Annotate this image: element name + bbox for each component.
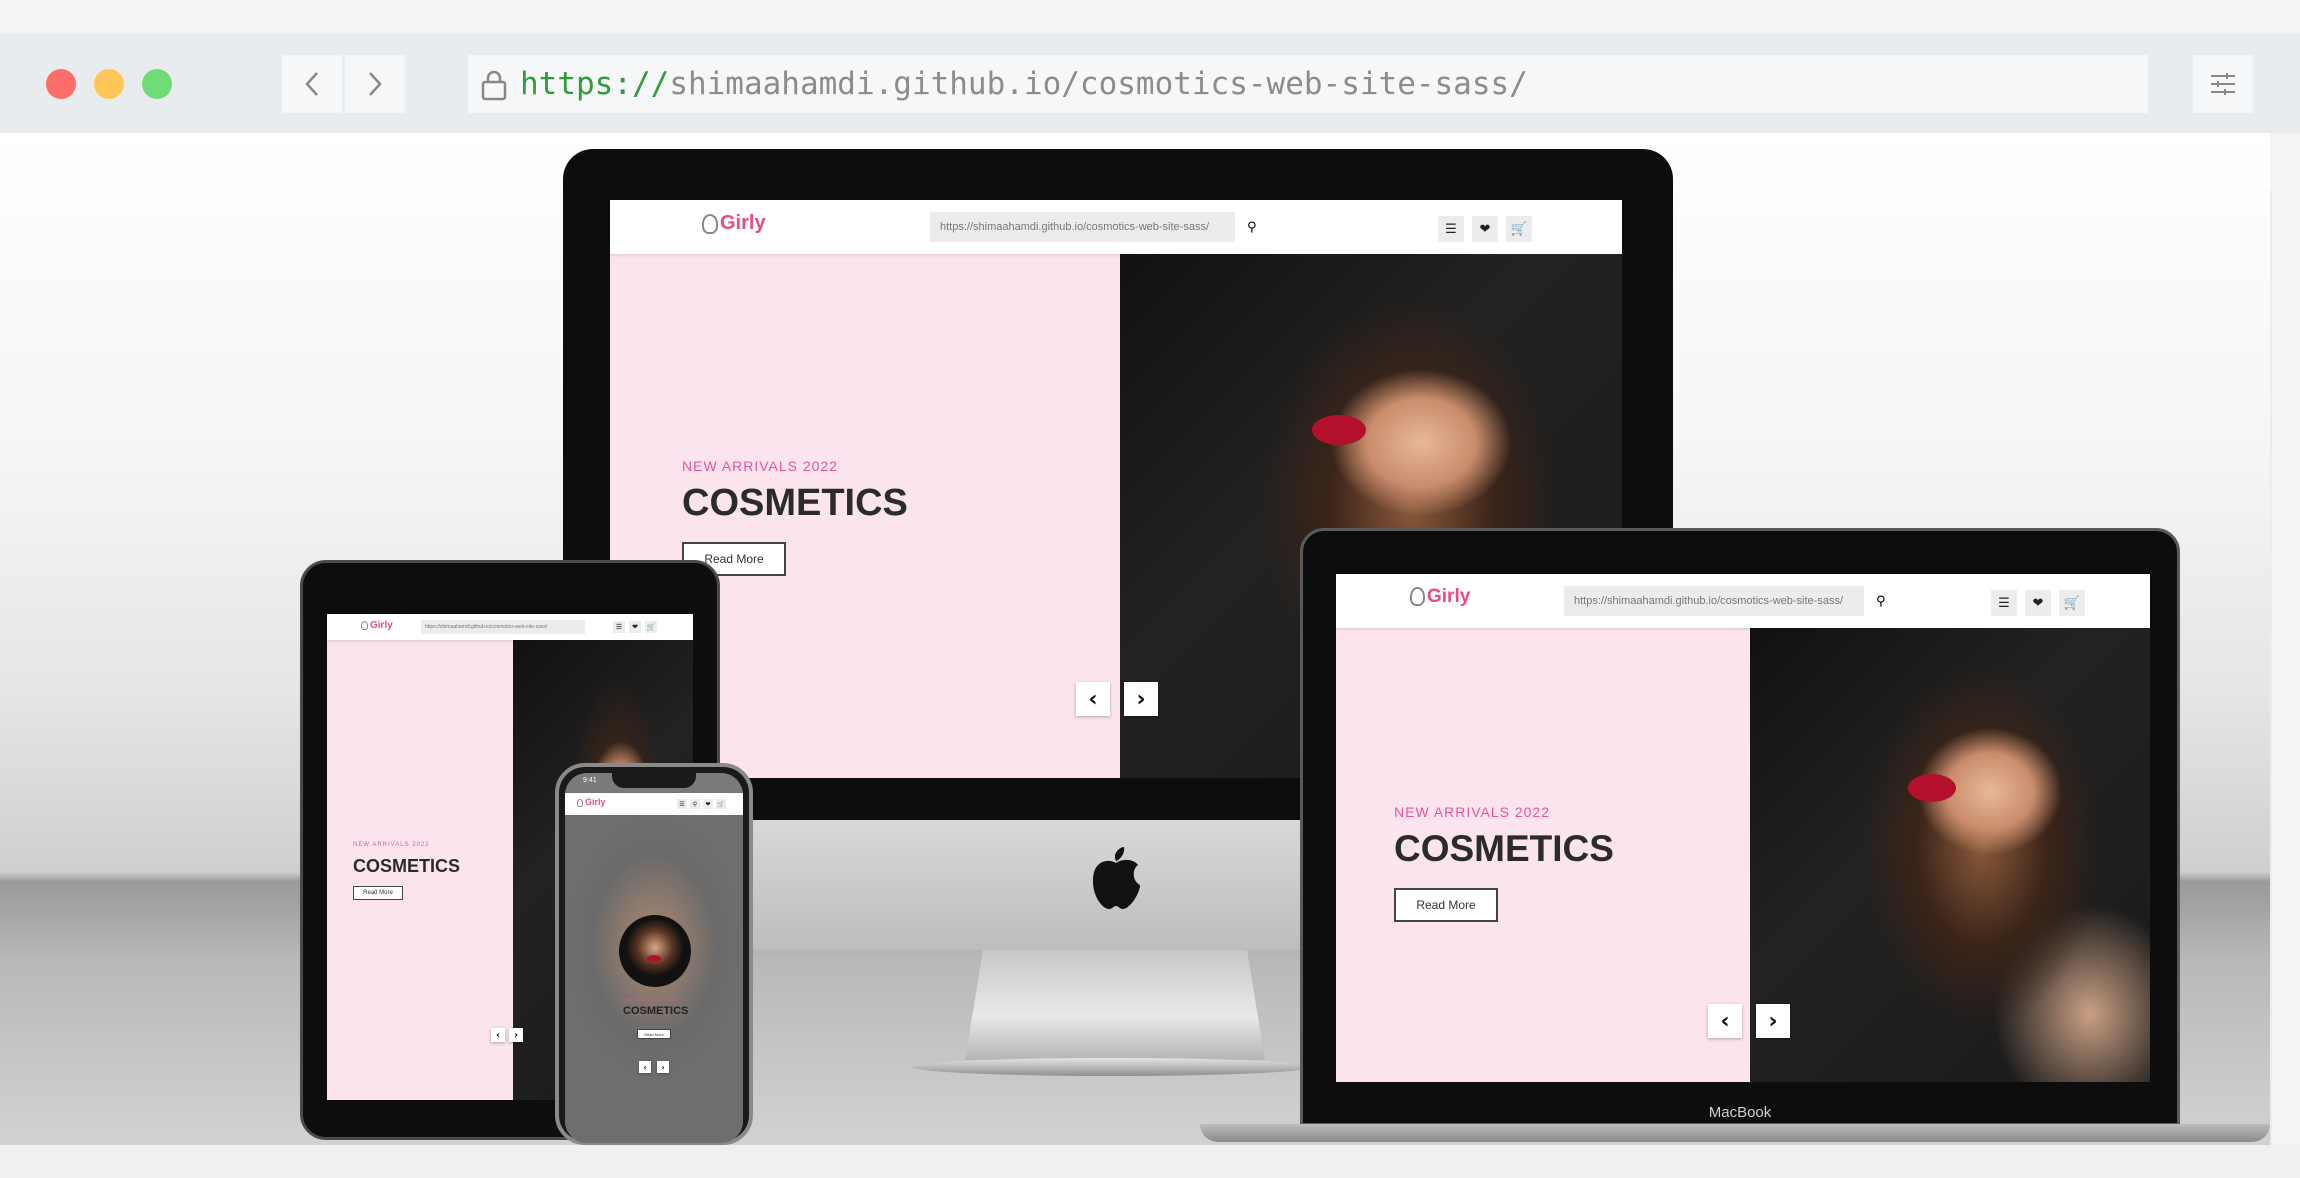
hero-tagline: NEW ARRIVALS 2022 xyxy=(682,458,839,474)
scene-divider xyxy=(2270,190,2272,1145)
sliders-icon xyxy=(2211,73,2235,95)
site-header-icons: ☰ ❤ 🛒 xyxy=(1991,590,2085,616)
slider-prev-button[interactable]: ‹ xyxy=(639,1061,651,1073)
maximize-window-button[interactable] xyxy=(142,69,172,99)
slider-next-button[interactable]: › xyxy=(509,1028,523,1042)
heart-icon[interactable]: ❤ xyxy=(1472,216,1498,242)
read-more-button[interactable]: Read More xyxy=(1394,888,1498,922)
phone-status-time: 9:41 xyxy=(583,777,597,784)
chevron-left-icon xyxy=(305,72,318,96)
slider-prev-button[interactable]: ‹ xyxy=(491,1028,505,1042)
site-search-input[interactable]: https://shimaahamdi.github.io/cosmotics-… xyxy=(421,620,585,634)
site-logo-text: Girly xyxy=(370,620,393,631)
forward-button[interactable] xyxy=(345,55,405,113)
hero-title: COSMETICS xyxy=(623,1005,689,1017)
hero-tagline: NEW ARRIVALS 2022 xyxy=(353,842,430,848)
slider-prev-button[interactable]: ‹ xyxy=(1708,1004,1742,1038)
back-button[interactable] xyxy=(282,55,342,113)
hero-title: COSMETICS xyxy=(682,482,908,524)
laptop-base xyxy=(1200,1124,2270,1142)
site-logo: Girly xyxy=(361,620,393,631)
site-logo-text: Girly xyxy=(585,797,606,807)
slider-next-button[interactable]: › xyxy=(1756,1004,1790,1038)
apple-logo-icon xyxy=(1092,847,1140,909)
site-logo-text: Girly xyxy=(720,212,766,234)
site-search-value: https://shimaahamdi.github.io/cosmotics-… xyxy=(1574,595,1843,607)
read-more-button[interactable]: Read More xyxy=(353,886,403,900)
url-text: https://shimaahamdi.github.io/cosmotics-… xyxy=(520,65,1528,103)
cart-icon[interactable]: 🛒 xyxy=(716,799,726,809)
slider-next-button[interactable]: › xyxy=(657,1061,669,1073)
hero-title: COSMETICS xyxy=(1394,828,1614,869)
menu-icon[interactable]: ☰ xyxy=(613,621,625,633)
imac-stand xyxy=(965,950,1265,1060)
phone-notch xyxy=(612,772,696,788)
imac-foot xyxy=(912,1058,1312,1076)
hero-model-avatar xyxy=(619,915,691,987)
slider-prev-button[interactable]: ‹ xyxy=(1076,682,1110,716)
close-window-button[interactable] xyxy=(46,69,76,99)
site-search-input[interactable]: https://shimaahamdi.github.io/cosmotics-… xyxy=(1564,586,1864,616)
site-header-icons: ☰ ❤ 🛒 xyxy=(1438,216,1532,242)
laptop-brand-label: MacBook xyxy=(1708,1104,1772,1121)
chevron-right-icon xyxy=(369,72,382,96)
cart-icon[interactable]: 🛒 xyxy=(645,621,657,633)
hero-title: COSMETICS xyxy=(353,856,461,876)
cart-icon[interactable]: 🛒 xyxy=(2059,590,2085,616)
search-icon[interactable]: ⚲ xyxy=(1876,594,1886,609)
phone-screen: 9:41 Girly ☰ ⚲ ❤ 🛒 NEW ARRIVALS 2022 COS… xyxy=(565,773,743,1143)
hero-tagline: NEW ARRIVALS 2022 xyxy=(621,997,678,1002)
site-logo: Girly xyxy=(702,212,766,235)
url-scheme: https:// xyxy=(520,66,670,102)
minimize-window-button[interactable] xyxy=(94,69,124,99)
heart-icon[interactable]: ❤ xyxy=(703,799,713,809)
heart-icon[interactable]: ❤ xyxy=(629,621,641,633)
menu-icon[interactable]: ☰ xyxy=(1438,216,1464,242)
hero-model-lips xyxy=(1908,774,1956,802)
site-logo-text: Girly xyxy=(1427,586,1471,607)
address-bar[interactable]: https://shimaahamdi.github.io/cosmotics-… xyxy=(468,55,2148,113)
site-logo: Girly xyxy=(577,797,606,807)
hero-tagline: NEW ARRIVALS 2022 xyxy=(1394,804,1551,820)
hero-model-lips xyxy=(647,955,661,962)
url-path: shimaahamdi.github.io/cosmotics-web-site… xyxy=(669,66,1528,102)
page-footer-strip xyxy=(0,1145,2300,1178)
search-icon[interactable]: ⚲ xyxy=(1247,220,1257,235)
search-icon[interactable]: ⚲ xyxy=(690,799,700,809)
laptop-screen: Girly https://shimaahamdi.github.io/cosm… xyxy=(1336,574,2150,1082)
site-header-icons: ☰ ❤ 🛒 xyxy=(613,621,657,633)
menu-icon[interactable]: ☰ xyxy=(1991,590,2017,616)
site-search-input[interactable]: https://shimaahamdi.github.io/cosmotics-… xyxy=(930,212,1235,242)
cart-icon[interactable]: 🛒 xyxy=(1506,216,1532,242)
hero-model-lips xyxy=(1312,415,1366,445)
site-search-value: https://shimaahamdi.github.io/cosmotics-… xyxy=(940,221,1209,233)
heart-icon[interactable]: ❤ xyxy=(2025,590,2051,616)
hero-model-image xyxy=(1750,628,2150,1082)
slider-next-button[interactable]: › xyxy=(1124,682,1158,716)
read-more-button[interactable]: Read More xyxy=(637,1029,671,1039)
lock-icon xyxy=(481,70,507,101)
menu-icon[interactable]: ☰ xyxy=(677,799,687,809)
settings-button[interactable] xyxy=(2193,55,2253,113)
site-header-icons: ☰ ⚲ ❤ 🛒 xyxy=(677,799,726,809)
site-search-value: https://shimaahamdi.github.io/cosmotics-… xyxy=(425,624,548,630)
site-logo: Girly xyxy=(1410,586,1470,608)
